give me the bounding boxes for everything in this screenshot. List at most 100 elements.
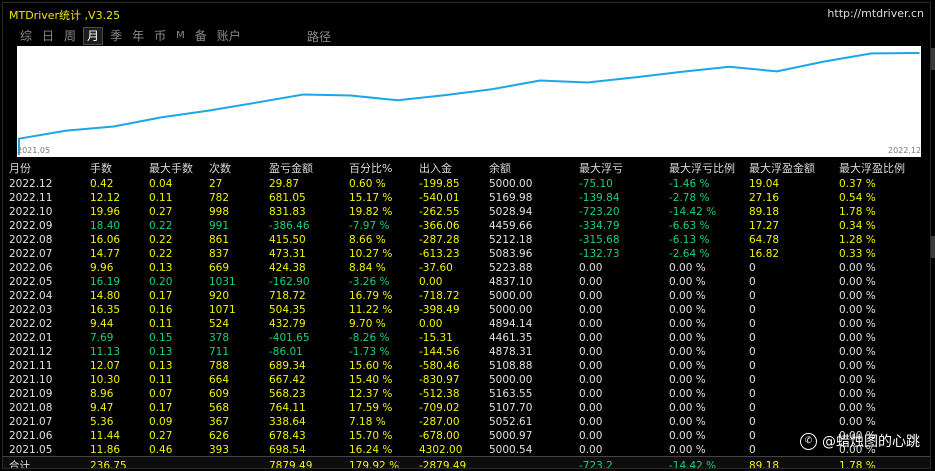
table-cell: 0.00 % [669,360,706,372]
table-cell: 0.00 [419,318,443,330]
tab-3[interactable]: 月 [83,27,104,45]
table-cell: -8.26 % [349,332,390,344]
table-row[interactable]: 2022.12 0.42 0.04 27 29.87 0.60 % -199.85 5000.… [3,177,930,191]
table-row[interactable]: 2021.07 5.36 0.09 367 338.64 7.18 % -287.00 505… [3,415,930,429]
table-cell: 0.00 % [839,290,876,302]
table-cell: 2022.06 [9,262,53,274]
table-cell: 0.17 [149,402,173,414]
table-cell: 5000.00 [489,374,533,386]
table-cell: 2021.07 [9,416,53,428]
tab-2[interactable]: 周 [61,28,79,44]
table-row[interactable]: 2021.12 11.13 0.13 711 -86.01 -1.73 % -144.56 4… [3,345,930,359]
column-header[interactable]: 手数 [90,162,112,176]
table-row[interactable]: 2022.10 19.96 0.27 998 831.83 19.82 % -262.55 5… [3,205,930,219]
column-header[interactable]: 最大浮亏 [579,162,623,176]
column-header[interactable]: 余额 [489,162,511,176]
table-cell: 5052.61 [489,416,533,428]
tab-7[interactable]: M [173,28,188,44]
table-cell: 9.96 [90,262,114,274]
table-row[interactable]: 2021.06 11.44 0.27 626 678.43 15.70 % -678.00 5… [3,429,930,443]
total-row: 合计 236.75 7879.49 179.92 % -2879.49 -723.2 -14… [3,456,930,468]
table-row[interactable]: 2022.03 16.35 0.16 1071 504.35 11.22 % -398.49… [3,303,930,317]
table-row[interactable]: 2022.05 16.19 0.20 1031 -162.90 -3.26 % 0.00 48… [3,275,930,289]
watermark-text: @蜡烛图的心跳 [822,434,920,450]
chart-x-end-label: 2022.12 [888,146,922,155]
table-cell: 0.11 [149,192,173,204]
table-row[interactable]: 2022.09 18.40 0.22 991 -386.46 -7.97 % -366.06… [3,219,930,233]
table-row[interactable]: 2021.08 9.47 0.17 568 764.11 17.59 % -709.02 51… [3,401,930,415]
table-row[interactable]: 2021.11 12.07 0.13 788 689.34 15.60 % -580.46 5… [3,359,930,373]
table-cell: 2021.05 [9,444,53,456]
table-cell: -287.28 [419,234,460,246]
column-header[interactable]: 最大手数 [149,162,193,176]
column-header[interactable]: 次数 [209,162,231,176]
table-row[interactable]: 2022.04 14.80 0.17 920 718.72 16.79 % -718.72 5… [3,289,930,303]
table-cell: 0 [749,402,756,414]
table-cell: 0.00 % [669,346,706,358]
table-cell: 11.86 [90,444,121,456]
column-header[interactable]: 月份 [9,162,31,176]
table-cell: 16.35 [90,304,121,316]
table-row[interactable]: 2022.11 12.12 0.11 782 681.05 15.17 % -540.01 5… [3,191,930,205]
table-cell: -162.90 [269,276,310,288]
column-header[interactable]: 最大浮亏比例 [669,162,735,176]
table-cell: -613.23 [419,248,460,260]
table-cell: 0.54 % [839,192,876,204]
table-cell: 0.00 [579,304,603,316]
table-cell: 0 [749,332,756,344]
table-cell: 4459.66 [489,220,533,232]
table-row[interactable]: 2022.06 9.96 0.13 669 424.38 8.84 % -37.60 5223… [3,261,930,275]
table-cell: 5.36 [90,416,114,428]
column-header[interactable]: 盈亏金额 [269,162,313,176]
table-cell: 424.38 [269,262,306,274]
table-cell: -401.65 [269,332,310,344]
tab-4[interactable]: 季 [107,28,125,44]
table-row[interactable]: 2022.01 7.69 0.15 378 -401.65 -8.26 % -15.31 44… [3,331,930,345]
table-cell: -315.68 [579,234,620,246]
table-cell: -14.42 % [669,206,717,218]
column-header[interactable]: 最大浮盈比例 [839,162,905,176]
table-cell: 2022.04 [9,290,53,302]
column-header[interactable]: 百分比% [349,162,392,176]
table-cell: 0.00 [579,444,603,456]
table-row[interactable]: 2022.07 14.77 0.22 837 473.31 10.27 % -613.23 5… [3,247,930,261]
table-cell: 393 [209,444,230,456]
column-header[interactable]: 出入金 [419,162,452,176]
table-cell: 0.37 % [839,178,876,190]
table-row[interactable]: 2021.10 10.30 0.11 664 667.42 15.40 % -830.97 5… [3,373,930,387]
table-cell: 764.11 [269,402,306,414]
chart-point [160,116,162,119]
table-row[interactable]: 2022.08 16.06 0.22 861 415.50 8.66 % -287.28 52… [3,233,930,247]
path-button[interactable]: 路径 [307,28,331,45]
table-cell: -386.46 [269,220,310,232]
table-cell: 5083.96 [489,248,533,260]
table-cell: 0.00 [579,276,603,288]
table-cell: 2021.10 [9,374,53,386]
tab-1[interactable]: 日 [39,28,57,44]
table-cell: 4302.00 [419,444,463,456]
table-cell: 0.00 % [669,416,706,428]
table-row[interactable]: 2021.09 8.96 0.07 609 568.23 12.37 % -512.38 51… [3,387,930,401]
table-cell: 2021.11 [9,360,53,372]
table-cell: 12.07 [90,360,121,372]
table-cell: -6.63 % [669,220,710,232]
tab-9[interactable]: 账户 [214,28,244,44]
table-cell: -132.73 [579,248,620,260]
table-cell: 0 [749,262,756,274]
table-cell: -199.85 [419,178,460,190]
website-link[interactable]: http://mtdriver.cn [827,7,924,20]
table-row[interactable]: 2022.02 9.44 0.11 524 432.79 9.70 % 0.00 4894.1… [3,317,930,331]
table-cell: 7.18 % [349,416,386,428]
column-header[interactable]: 最大浮盈金额 [749,162,815,176]
table-cell: 2022.01 [9,332,53,344]
table-row[interactable]: 2021.05 11.86 0.46 393 698.54 16.24 % 4302.00 5… [3,443,930,457]
table-cell: 9.70 % [349,318,386,330]
tab-6[interactable]: 币 [151,28,169,44]
table-cell: 0.00 % [839,416,876,428]
table-cell: 0.00 % [839,402,876,414]
tab-8[interactable]: 备 [192,28,210,44]
table-cell: 0.13 [149,346,173,358]
tab-5[interactable]: 年 [129,28,147,44]
tab-0[interactable]: 综 [17,28,35,44]
table-cell: 27.16 [749,192,780,204]
